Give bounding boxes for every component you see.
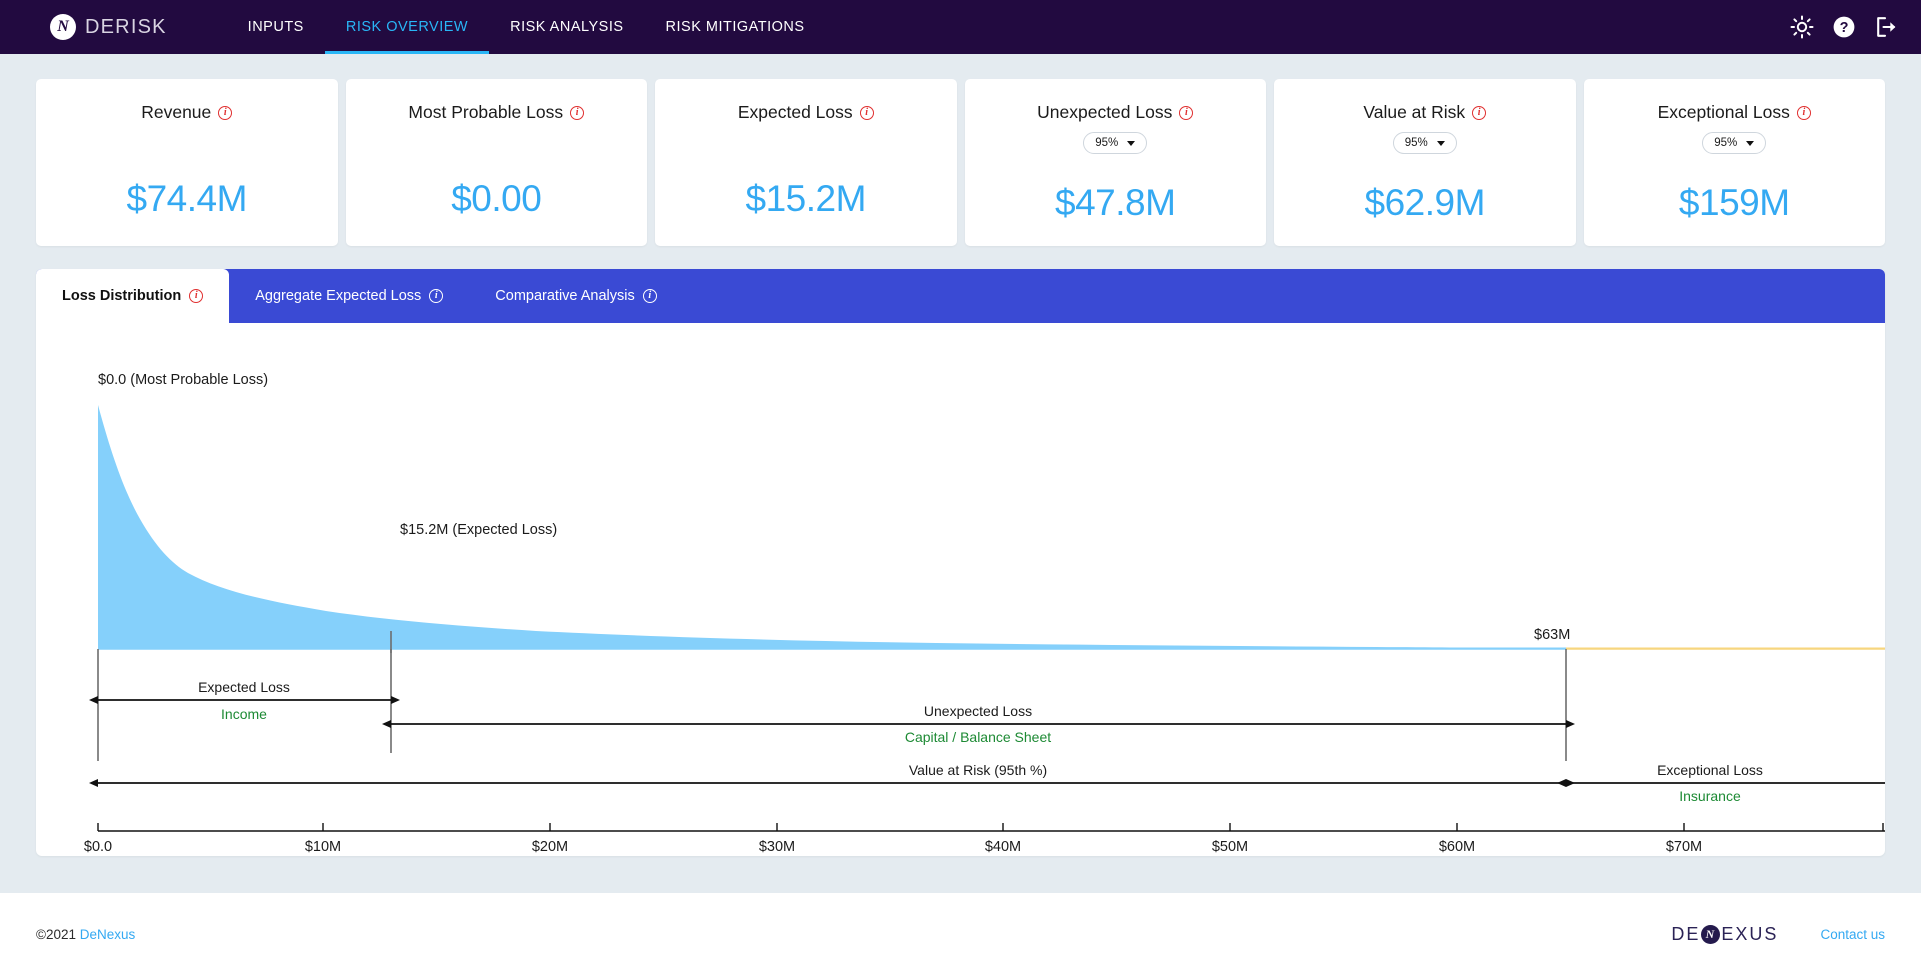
percentile-select[interactable]: 95%: [1702, 132, 1767, 154]
kpi-label: Value at Risk: [1363, 102, 1466, 122]
nav-item-risk-overview[interactable]: RISK OVERVIEW: [325, 0, 489, 54]
kpi-value: $0.00: [451, 178, 542, 219]
help-icon[interactable]: ?: [1832, 15, 1856, 39]
info-icon[interactable]: i: [189, 289, 204, 303]
main-nav: INPUTS RISK OVERVIEW RISK ANALYSIS RISK …: [227, 0, 826, 54]
info-icon[interactable]: i: [1796, 105, 1811, 120]
nav-icon-group: ?: [1790, 0, 1899, 54]
kpi-title: Value at Risk i: [1363, 102, 1487, 123]
tab-label: Aggregate Expected Loss: [255, 288, 422, 304]
kpi-card-row: Revenue i $74.4M Most Probable Loss i $0…: [0, 54, 1921, 246]
svg-text:?: ?: [1840, 20, 1849, 36]
kpi-card-most-probable-loss: Most Probable Loss i $0.00: [345, 79, 647, 246]
kpi-label: Revenue: [141, 102, 212, 122]
kpi-title: Most Probable Loss i: [408, 102, 585, 123]
tab-aggregate-expected-loss[interactable]: Aggregate Expected Loss i: [229, 269, 469, 323]
info-icon[interactable]: i: [570, 105, 585, 120]
denexus-logo: DE N EXUS: [1671, 924, 1778, 945]
nav-item-inputs[interactable]: INPUTS: [227, 0, 325, 54]
denexus-logo-left: DE: [1671, 924, 1701, 944]
x-tick-label: $60M: [1439, 839, 1475, 855]
nav-item-risk-analysis[interactable]: RISK ANALYSIS: [489, 0, 644, 54]
annotation-label-exceptional-loss: Exceptional Loss: [1657, 762, 1763, 778]
denexus-logo-icon: N: [1701, 925, 1721, 944]
marker-label-most-probable-loss: $0.0 (Most Probable Loss): [98, 372, 268, 388]
annotation-sublabel-insurance: Insurance: [1679, 788, 1741, 804]
percentile-value: 95%: [1404, 137, 1428, 149]
info-icon[interactable]: i: [642, 289, 657, 303]
x-tick-label: $20M: [532, 839, 568, 855]
brand-logo[interactable]: N DERISK: [50, 14, 167, 40]
tab-loss-distribution[interactable]: Loss Distribution i: [36, 269, 230, 323]
kpi-card-unexpected-loss: Unexpected Loss i 95% $47.8M: [964, 79, 1266, 246]
kpi-label: Expected Loss: [737, 102, 853, 122]
percentile-select[interactable]: 95%: [1083, 132, 1148, 154]
contact-us-link[interactable]: Contact us: [1820, 927, 1885, 942]
copyright-text: ©2021: [36, 927, 80, 942]
chart-panel: Loss Distribution i Aggregate Expected L…: [36, 269, 1885, 856]
top-navbar: N DERISK INPUTS RISK OVERVIEW RISK ANALY…: [0, 0, 1921, 54]
kpi-title: Revenue i: [141, 102, 233, 123]
loss-distribution-chart: $0.0 (Most Probable Loss) $15.2M (Expect…: [36, 323, 1885, 856]
marker-label-var: $63M: [1534, 627, 1570, 643]
kpi-label: Exceptional Loss: [1657, 102, 1790, 122]
info-icon[interactable]: i: [1472, 105, 1487, 120]
kpi-title: Expected Loss i: [738, 102, 874, 123]
derisk-logo-icon: N: [50, 14, 76, 40]
kpi-title: Exceptional Loss i: [1658, 102, 1811, 123]
kpi-label: Most Probable Loss: [408, 102, 564, 122]
tab-comparative-analysis[interactable]: Comparative Analysis i: [469, 269, 682, 323]
kpi-value: $47.8M: [1055, 182, 1176, 223]
x-tick-label: $40M: [985, 839, 1021, 855]
kpi-label: Unexpected Loss: [1037, 102, 1173, 122]
annotation-label-unexpected-loss: Unexpected Loss: [924, 703, 1032, 719]
denexus-logo-right: EXUS: [1721, 924, 1779, 944]
denexus-link[interactable]: DeNexus: [80, 927, 136, 942]
info-icon[interactable]: i: [1179, 105, 1194, 120]
annotation-label-expected-loss: Expected Loss: [198, 679, 290, 695]
info-icon[interactable]: i: [218, 105, 233, 120]
brightness-icon[interactable]: [1790, 15, 1814, 39]
info-icon[interactable]: i: [859, 105, 874, 120]
tab-label: Loss Distribution: [62, 288, 182, 304]
kpi-value: $62.9M: [1364, 182, 1486, 223]
annotation-sublabel-capital: Capital / Balance Sheet: [905, 729, 1051, 745]
x-tick-label: $10M: [305, 839, 341, 855]
chevron-down-icon: [1127, 140, 1136, 146]
x-tick-label: $30M: [759, 839, 795, 855]
kpi-card-value-at-risk: Value at Risk i 95% $62.9M: [1274, 79, 1576, 246]
x-tick-label: $70M: [1666, 839, 1702, 855]
kpi-card-revenue: Revenue i $74.4M: [36, 79, 338, 246]
chart-svg: $0.0 (Most Probable Loss) $15.2M (Expect…: [84, 372, 1885, 855]
percentile-value: 95%: [1714, 137, 1738, 149]
copyright: ©2021 DeNexus: [36, 927, 135, 942]
kpi-card-expected-loss: Expected Loss i $15.2M: [655, 79, 957, 246]
annotation-sublabel-income: Income: [221, 706, 267, 722]
x-tick-label: $50M: [1212, 839, 1248, 855]
kpi-title: Unexpected Loss i: [1037, 102, 1194, 123]
percentile-value: 95%: [1095, 137, 1119, 149]
brand-name: DERISK: [85, 15, 167, 38]
kpi-card-exceptional-loss: Exceptional Loss i 95% $159M: [1583, 79, 1885, 246]
logout-icon[interactable]: [1874, 15, 1899, 39]
page-footer: ©2021 DeNexus DE N EXUS Contact us: [0, 893, 1921, 976]
kpi-value: $74.4M: [126, 178, 248, 219]
nav-item-risk-mitigations[interactable]: RISK MITIGATIONS: [645, 0, 826, 54]
annotation-label-value-at-risk: Value at Risk (95th %): [909, 762, 1047, 778]
loss-curve-area: [98, 405, 1566, 650]
tab-label: Comparative Analysis: [495, 288, 635, 304]
info-icon[interactable]: i: [429, 289, 444, 303]
chevron-down-icon: [1436, 140, 1445, 146]
x-tick-label: $0.0: [84, 839, 112, 855]
kpi-value: $159M: [1678, 182, 1790, 223]
kpi-value: $15.2M: [745, 178, 867, 219]
chevron-down-icon: [1746, 140, 1755, 146]
footer-right: DE N EXUS Contact us: [1671, 924, 1885, 945]
chart-tabbar: Loss Distribution i Aggregate Expected L…: [36, 269, 1885, 323]
percentile-select[interactable]: 95%: [1392, 132, 1457, 154]
x-axis-ticks: [97, 823, 1884, 831]
marker-label-expected-loss: $15.2M (Expected Loss): [400, 522, 557, 538]
x-axis-tick-labels: $0.0 $10M $20M $30M $40M $50M $60M $70M: [84, 839, 1702, 855]
